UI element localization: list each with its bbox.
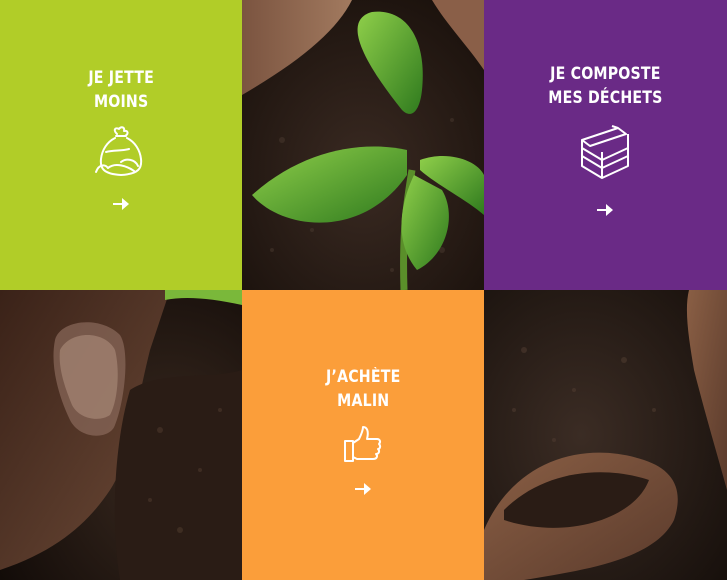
tile-je-composte-mes-dechets[interactable]: JE COMPOSTE MES DÉCHETS: [484, 0, 727, 290]
tile-title-line1: J’ACHÈTE: [325, 367, 401, 386]
photo-hand-with-soil-right: [484, 290, 727, 580]
tile-title-line1: JE COMPOSTE: [550, 64, 661, 83]
arrow-right-icon: [597, 203, 614, 221]
tile-j-achete-malin[interactable]: J’ACHÈTE MALIN: [242, 290, 484, 580]
compost-bin-icon: [578, 122, 632, 189]
tile-title-line1: JE JETTE: [88, 68, 154, 87]
tile-je-jette-moins[interactable]: JE JETTE MOINS: [0, 0, 242, 290]
action-tiles-grid: JE JETTE MOINS JE COMPOSTE MES DÉCHETS J…: [0, 0, 727, 580]
arrow-right-icon: [355, 482, 371, 500]
photo-seedling-in-soil: [242, 0, 484, 290]
garbage-bag-icon: [93, 126, 149, 183]
tile-title: J’ACHÈTE MALIN: [326, 365, 400, 413]
tile-title: JE COMPOSTE MES DÉCHETS: [548, 62, 662, 110]
arrow-right-icon: [112, 197, 129, 215]
thumbs-up-icon: [343, 425, 383, 468]
tile-title-line2: MALIN: [336, 391, 390, 410]
tile-title: JE JETTE MOINS: [88, 66, 154, 114]
photo-hand-with-soil-left: [0, 290, 242, 580]
tile-title-line2: MOINS: [93, 92, 149, 111]
tile-title-line2: MES DÉCHETS: [548, 88, 663, 107]
